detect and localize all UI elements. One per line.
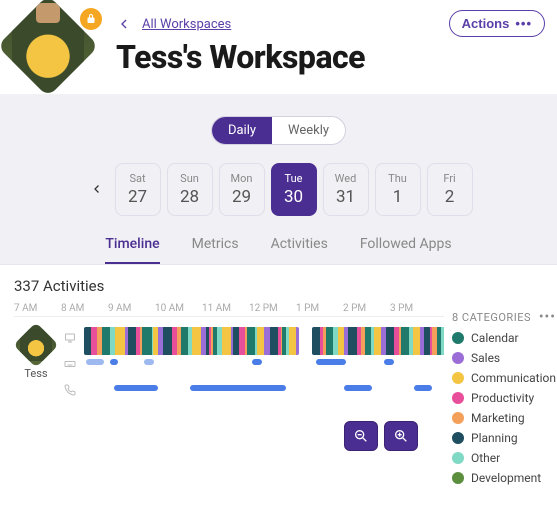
tabs: Timeline Metrics Activities Followed App…	[12, 236, 545, 264]
categories-menu-button[interactable]: •••	[539, 309, 556, 325]
category-label: Sales	[471, 351, 500, 365]
category-item[interactable]: Calendar	[452, 331, 556, 345]
category-label: Marketing	[471, 411, 525, 425]
activity-count: 337 Activities	[0, 275, 557, 303]
view-toggle: Daily Weekly	[211, 116, 346, 145]
category-color-dot	[452, 352, 464, 364]
category-item[interactable]: Marketing	[452, 411, 556, 425]
category-label: Other	[471, 451, 500, 465]
category-color-dot	[452, 452, 464, 464]
category-color-dot	[452, 332, 464, 344]
day-card[interactable]: Fri2	[427, 163, 473, 216]
day-card[interactable]: Thu1	[375, 163, 421, 216]
tab-followed-apps[interactable]: Followed Apps	[360, 236, 452, 264]
day-picker: Sat27 Sun28 Mon29 Tue30 Wed31 Thu1 Fri2	[12, 163, 545, 216]
category-item[interactable]: Development	[452, 471, 556, 485]
category-label: Development	[471, 471, 541, 485]
day-card[interactable]: Sun28	[167, 163, 213, 216]
ellipsis-icon: •••	[515, 16, 532, 31]
user-track: Tess	[14, 317, 444, 403]
header: All Workspaces Tess's Workspace Actions•…	[0, 0, 557, 94]
category-item[interactable]: Planning	[452, 431, 556, 445]
tab-activities[interactable]: Activities	[271, 236, 328, 264]
day-card-active[interactable]: Tue30	[271, 163, 317, 216]
category-item[interactable]: Sales	[452, 351, 556, 365]
back-arrow-icon[interactable]	[116, 16, 132, 32]
timeline-panel: 337 Activities 7 AM8 AM9 AM10 AM11 AM12 …	[0, 264, 557, 485]
page-title: Tess's Workspace	[116, 38, 541, 76]
day-card[interactable]: Sat27	[115, 163, 161, 216]
breadcrumb-link[interactable]: All Workspaces	[142, 17, 231, 32]
phone-icon	[64, 381, 78, 400]
categories-panel: 8 CATEGORIES ••• Calendar Sales Communicat…	[444, 303, 557, 485]
toggle-daily[interactable]: Daily	[212, 117, 272, 144]
controls-area: Daily Weekly Sat27 Sun28 Mon29 Tue30 Wed…	[0, 94, 557, 264]
phone-lane	[64, 377, 444, 403]
actions-button[interactable]: Actions•••	[449, 10, 545, 37]
category-color-dot	[452, 472, 464, 484]
hour-scale: 7 AM8 AM9 AM10 AM11 AM12 PM1 PM2 PM3 PM	[14, 303, 444, 317]
category-label: Productivity	[471, 391, 534, 405]
zoom-out-button[interactable]	[344, 421, 378, 451]
category-color-dot	[452, 412, 464, 424]
tab-metrics[interactable]: Metrics	[192, 236, 239, 264]
category-color-dot	[452, 432, 464, 444]
keyboard-icon	[64, 355, 78, 374]
category-label: Planning	[471, 431, 518, 445]
category-color-dot	[452, 392, 464, 404]
day-card[interactable]: Mon29	[219, 163, 265, 216]
tab-timeline[interactable]: Timeline	[105, 236, 159, 264]
user-name: Tess	[14, 367, 58, 380]
keyboard-lane	[64, 351, 444, 377]
toggle-weekly[interactable]: Weekly	[272, 117, 345, 144]
zoom-in-button[interactable]	[384, 421, 418, 451]
workspace-avatar[interactable]	[12, 10, 84, 82]
category-label: Calendar	[471, 331, 519, 345]
day-card[interactable]: Wed31	[323, 163, 369, 216]
activity-lane	[64, 325, 444, 351]
categories-header: 8 CATEGORIES	[452, 311, 531, 324]
monitor-icon	[64, 329, 78, 348]
category-item[interactable]: Productivity	[452, 391, 556, 405]
avatar[interactable]	[14, 322, 59, 367]
zoom-controls	[344, 421, 444, 451]
lock-icon	[80, 8, 102, 30]
category-color-dot	[452, 372, 464, 384]
category-item[interactable]: Other	[452, 451, 556, 465]
category-item[interactable]: Communication	[452, 371, 556, 385]
chevron-left-icon[interactable]	[85, 180, 109, 199]
category-label: Communication	[471, 371, 556, 385]
